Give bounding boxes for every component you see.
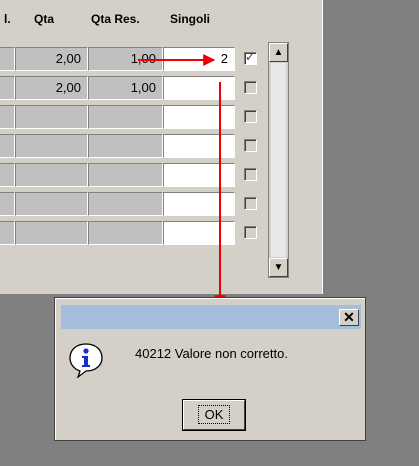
cell-qta [15,163,88,187]
cell-singoli[interactable] [163,134,235,158]
cell-qta-res [88,134,163,158]
cell-qta-res: 1,00 [88,76,163,100]
cell-singoli[interactable] [163,192,235,216]
close-icon: ✕ [343,309,355,325]
col-header-l: l. [4,12,11,26]
row-checkbox[interactable] [244,168,257,181]
scroll-track[interactable] [271,63,286,257]
cell-qta [15,221,88,245]
cell-l [0,105,15,129]
col-header-qta: Qta [34,12,55,26]
cell-l [0,47,15,71]
ok-button[interactable]: OK [183,400,245,430]
cell-singoli[interactable]: 2 [163,47,235,71]
cell-singoli[interactable] [163,76,235,100]
ok-button-label: OK [197,405,231,424]
row-checkbox[interactable]: ✓ [244,50,257,65]
close-button[interactable]: ✕ [339,309,359,326]
cell-singoli[interactable] [163,163,235,187]
cell-qta: 2,00 [15,76,88,100]
cell-qta-res [88,105,163,129]
dialog-message: 40212 Valore non corretto. [135,346,288,361]
cell-qta-res: 1,00 [88,47,163,71]
row-checkbox[interactable] [244,139,257,152]
row-checkbox[interactable] [244,81,257,94]
row-checkbox[interactable] [244,110,257,123]
cell-l [0,76,15,100]
scroll-down-button[interactable]: ▼ [269,258,288,277]
cell-qta [15,105,88,129]
error-dialog: ✕ 40212 Valore non corretto. OK [54,297,366,441]
row-checkbox[interactable] [244,197,257,210]
dialog-titlebar[interactable]: ✕ [61,305,361,329]
cell-l [0,163,15,187]
cell-singoli[interactable] [163,221,235,245]
vertical-scrollbar[interactable]: ▲ ▼ [268,42,289,278]
cell-qta: 2,00 [15,47,88,71]
cell-qta [15,134,88,158]
cell-qta-res [88,192,163,216]
triangle-up-icon: ▲ [273,47,284,58]
cell-l [0,134,15,158]
cell-qta-res [88,221,163,245]
cell-qta-res [88,163,163,187]
info-icon [69,343,103,378]
row-checkbox[interactable] [244,226,257,239]
cell-qta [15,192,88,216]
checkmark-icon: ✓ [245,50,256,64]
cell-singoli[interactable] [163,105,235,129]
col-header-singoli: Singoli [170,12,210,26]
cell-l [0,192,15,216]
scroll-up-button[interactable]: ▲ [269,43,288,62]
triangle-down-icon: ▼ [273,262,284,273]
cell-l [0,221,15,245]
col-header-qta-res: Qta Res. [91,12,140,26]
